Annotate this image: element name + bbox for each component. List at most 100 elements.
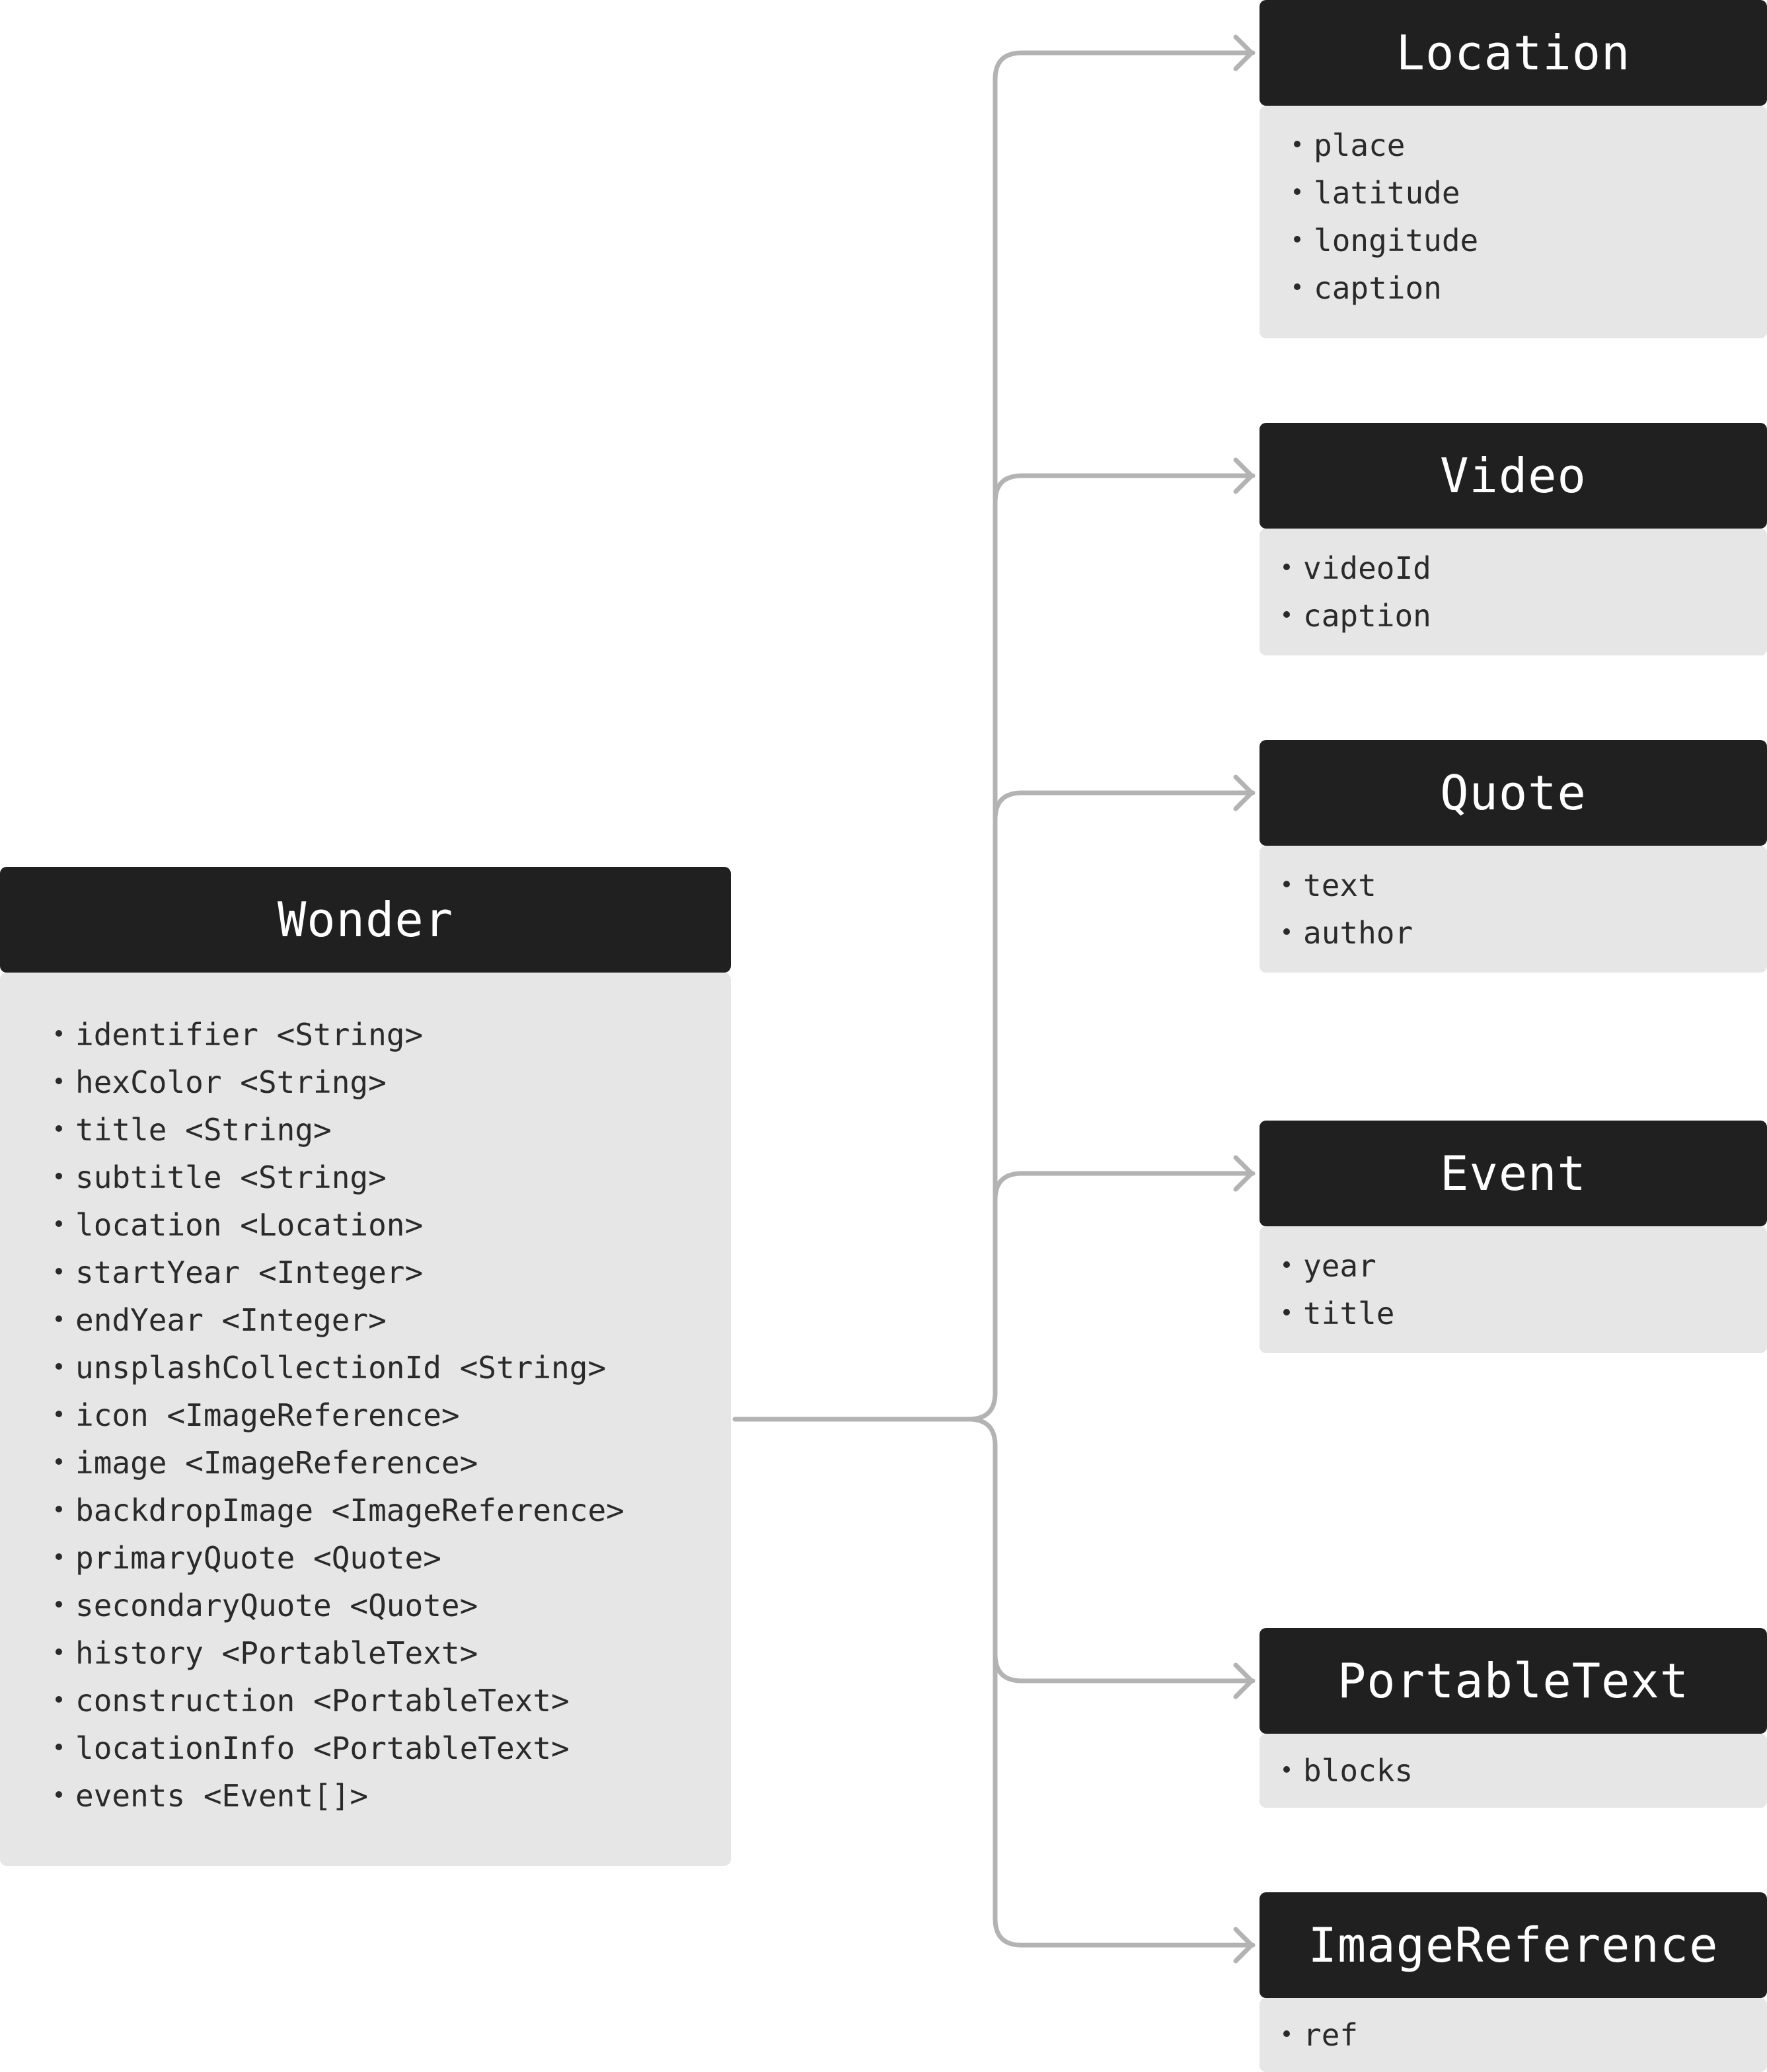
branch-event (993, 1171, 1256, 1202)
entity-header: Wonder (0, 867, 731, 973)
field-item: author (1283, 909, 1767, 957)
field-list: videoId caption (1283, 544, 1767, 640)
field-item: place (1294, 122, 1767, 169)
bullet-icon (1294, 188, 1300, 195)
entity-fields: identifier <String> hexColor <String> titl… (0, 973, 731, 1866)
entity-header: Location (1259, 0, 1767, 106)
bullet-icon (56, 1458, 62, 1465)
entity-fields: videoId caption (1259, 529, 1767, 655)
bullet-icon (56, 1648, 62, 1655)
field-label: image <ImageReference> (75, 1445, 478, 1481)
field-label: locationInfo <PortableText> (75, 1730, 570, 1766)
bullet-icon (1283, 880, 1290, 887)
field-label: author (1303, 915, 1413, 951)
branch-portabletext (993, 1652, 1256, 1684)
field-label: subtitle <String> (75, 1160, 387, 1195)
entity-event: Event year title (1259, 1121, 1767, 1353)
field-item: blocks (1283, 1747, 1767, 1794)
bullet-icon (56, 1362, 62, 1370)
field-label: backdropImage <ImageReference> (75, 1493, 624, 1528)
field-list: year title (1283, 1242, 1767, 1337)
entity-title: ImageReference (1308, 1917, 1719, 1973)
bullet-icon (1283, 1261, 1290, 1268)
bullet-icon (56, 1695, 62, 1703)
field-item: caption (1294, 264, 1767, 312)
bullet-icon (1283, 563, 1290, 570)
field-list: place latitude longitude caption (1294, 122, 1767, 312)
entity-wonder: Wonder identifier <String> hexColor <Stri… (0, 867, 731, 1866)
branch-imagereference (993, 1916, 1256, 1948)
bullet-icon (56, 1077, 62, 1084)
field-item: longitude (1294, 217, 1767, 264)
bullet-icon (1294, 235, 1300, 242)
field-label: endYear <Integer> (75, 1302, 387, 1338)
field-item: icon <ImageReference> (56, 1391, 731, 1439)
field-item: hexColor <String> (56, 1058, 731, 1106)
field-label: title (1303, 1296, 1395, 1331)
field-label: ref (1303, 2017, 1359, 2053)
field-item: text (1283, 862, 1767, 909)
field-item: ref (1283, 2011, 1767, 2059)
field-label: unsplashCollectionId <String> (75, 1350, 607, 1386)
bullet-icon (56, 1553, 62, 1560)
bullet-icon (56, 1410, 62, 1417)
entity-portabletext: PortableText blocks (1259, 1628, 1767, 1808)
field-label: longitude (1314, 223, 1479, 258)
bullet-icon (1294, 283, 1300, 290)
field-item: videoId (1283, 544, 1767, 592)
bullet-icon (56, 1125, 62, 1132)
bullet-icon (56, 1743, 62, 1750)
entity-header: ImageReference (1259, 1892, 1767, 1998)
bullet-icon (1283, 1308, 1290, 1315)
bullet-icon (56, 1220, 62, 1227)
field-label: events <Event[]> (75, 1778, 369, 1814)
field-label: icon <ImageReference> (75, 1397, 460, 1433)
field-label: videoId (1303, 550, 1431, 586)
field-label: startYear <Integer> (75, 1255, 424, 1290)
field-label: caption (1314, 270, 1442, 306)
field-item: backdropImage <ImageReference> (56, 1487, 731, 1534)
field-label: place (1314, 128, 1406, 163)
field-item: title (1283, 1290, 1767, 1337)
entity-header: PortableText (1259, 1628, 1767, 1734)
bullet-icon (56, 1505, 62, 1512)
entity-fields: year title (1259, 1226, 1767, 1353)
bullet-icon (1283, 928, 1290, 935)
entity-title: PortableText (1337, 1653, 1690, 1709)
bullet-icon (56, 1315, 62, 1322)
field-item: location <Location> (56, 1201, 731, 1249)
bullet-icon (1294, 140, 1300, 147)
field-item: caption (1283, 592, 1767, 640)
field-item: events <Event[]> (56, 1772, 731, 1820)
field-label: secondaryQuote <Quote> (75, 1588, 478, 1623)
field-item: latitude (1294, 169, 1767, 217)
branch-location (993, 50, 1256, 82)
bullet-icon (56, 1791, 62, 1798)
field-item: primaryQuote <Quote> (56, 1534, 731, 1582)
entity-header: Event (1259, 1121, 1767, 1226)
branch-video (993, 473, 1256, 505)
field-item: year (1283, 1242, 1767, 1290)
entity-title: Wonder (277, 892, 454, 947)
entity-location: Location place latitude longitude caption (1259, 0, 1767, 338)
field-item: title <String> (56, 1106, 731, 1154)
field-label: primaryQuote <Quote> (75, 1540, 441, 1576)
field-item: subtitle <String> (56, 1154, 731, 1201)
field-label: history <PortableText> (75, 1635, 478, 1671)
field-label: construction <PortableText> (75, 1683, 570, 1719)
entity-title: Event (1440, 1146, 1587, 1201)
field-label: identifier <String> (75, 1017, 424, 1053)
bullet-icon (56, 1600, 62, 1608)
field-list: ref (1283, 2011, 1767, 2059)
bullet-icon (56, 1172, 62, 1179)
entity-fields: text author (1259, 846, 1767, 973)
field-list: blocks (1283, 1747, 1767, 1794)
field-item: image <ImageReference> (56, 1439, 731, 1487)
field-item: endYear <Integer> (56, 1296, 731, 1344)
entity-fields: ref (1259, 1998, 1767, 2072)
bullet-icon (1283, 610, 1290, 618)
entity-title: Quote (1440, 765, 1587, 821)
entity-title: Video (1440, 448, 1587, 503)
entity-fields: place latitude longitude caption (1259, 106, 1767, 338)
entity-title: Location (1396, 25, 1631, 81)
